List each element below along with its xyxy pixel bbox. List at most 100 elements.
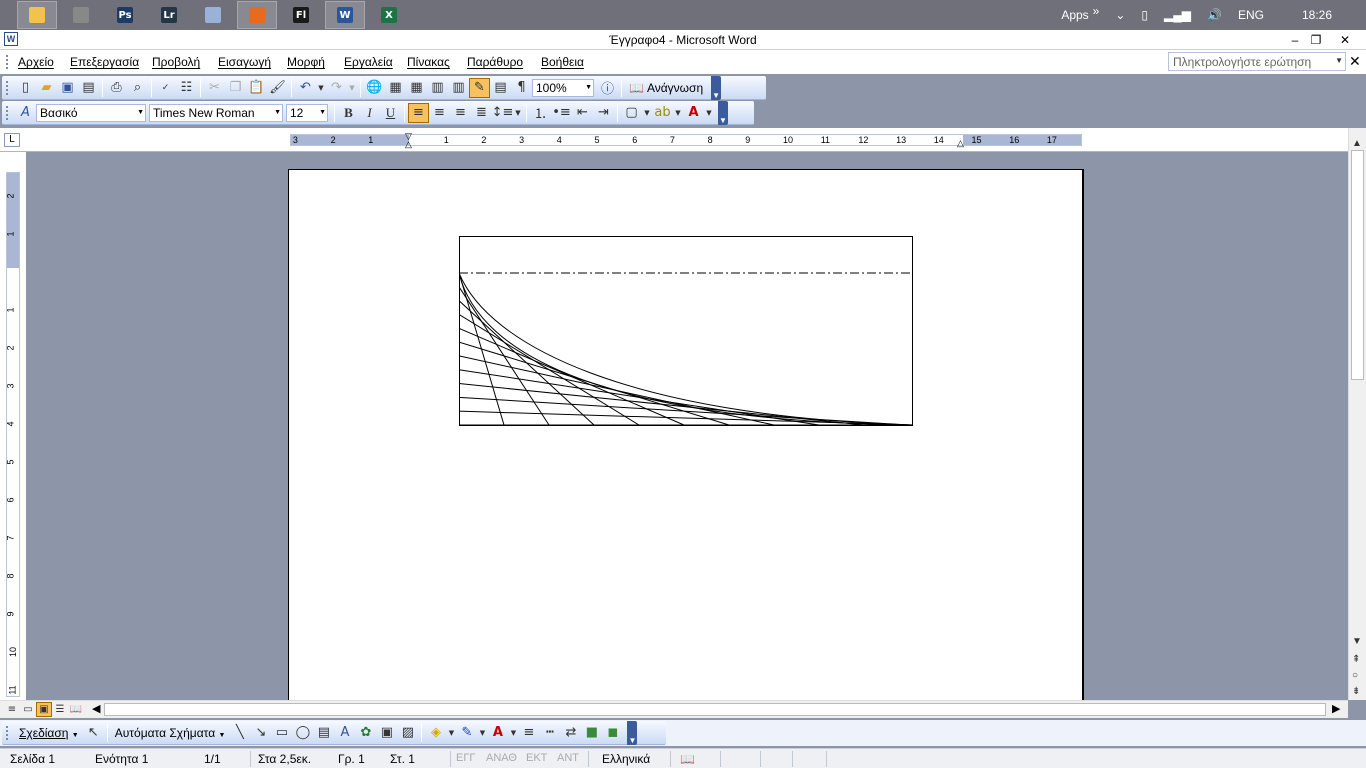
browse-object-icon[interactable]: ○ — [1352, 670, 1358, 681]
taskbar-flash-button[interactable]: Fl — [281, 1, 321, 29]
vertical-ruler-scale[interactable]: 2 1 1 2 3 4 5 6 7 8 9 10 11 — [6, 172, 20, 697]
style-select[interactable]: Βασικό ▼ — [36, 103, 146, 122]
menu-edit[interactable]: Επεξεργασία — [70, 55, 139, 69]
taskbar-firefox-button[interactable] — [237, 1, 277, 29]
menu-view[interactable]: Προβολή — [152, 55, 200, 69]
menu-table[interactable]: Πίνακας — [407, 55, 450, 69]
align-center-icon[interactable]: ≡ — [429, 103, 450, 123]
reading-layout-icon[interactable]: 📖 — [68, 702, 84, 717]
hyperlink-icon[interactable]: 🌐 — [364, 78, 385, 98]
3d-style-icon[interactable]: ◼ — [602, 723, 623, 743]
wordart-icon[interactable]: A — [334, 723, 355, 743]
spelling-status-icon[interactable]: 📖 — [680, 752, 695, 766]
borders-dropdown-icon[interactable]: ▼ — [642, 103, 652, 123]
rectangle-tool-icon[interactable]: ▭ — [271, 723, 292, 743]
bold-button[interactable]: B — [338, 103, 359, 123]
menu-tools[interactable]: Εργαλεία — [344, 55, 393, 69]
line-style-icon[interactable]: ≡ — [518, 723, 539, 743]
tab-selector[interactable]: L — [4, 133, 20, 147]
chevron-down-icon[interactable]: ▼ — [137, 109, 144, 116]
increase-indent-icon[interactable]: ⇥ — [593, 103, 614, 123]
line-tool-icon[interactable]: ╲ — [229, 723, 250, 743]
justify-icon[interactable]: ≣ — [471, 103, 492, 123]
chevron-down-icon[interactable]: ▼ — [319, 109, 326, 116]
menu-file[interactable]: Αρχείο — [18, 55, 54, 69]
toolbar-options-icon[interactable]: ▼ — [711, 75, 722, 100]
chevron-down-icon[interactable]: ▼ — [274, 109, 281, 116]
highlight-dropdown-icon[interactable]: ▼ — [673, 103, 683, 123]
ask-question-input[interactable]: Πληκτρολογήστε ερώτηση ▼ — [1168, 52, 1346, 71]
toolbar-grip[interactable] — [6, 725, 9, 740]
vertical-scrollbar[interactable]: ▲ ▼ ⇞ ○ ⇟ — [1348, 128, 1366, 700]
oval-tool-icon[interactable]: ◯ — [292, 723, 313, 743]
print-icon[interactable]: ⎙ — [106, 78, 127, 98]
vertical-ruler[interactable]: 2 1 1 2 3 4 5 6 7 8 9 10 11 — [0, 152, 26, 700]
open-folder-icon[interactable]: ▰ — [36, 78, 57, 98]
fill-color-icon[interactable]: ◈ — [425, 723, 446, 743]
taskbar-capture-tool-button[interactable] — [61, 1, 101, 29]
align-left-icon[interactable]: ≡ — [408, 102, 429, 123]
scroll-left-icon[interactable]: ◀ — [92, 702, 100, 715]
styles-icon[interactable]: A — [15, 103, 36, 123]
restore-button[interactable]: ❐ — [1305, 31, 1327, 49]
font-color-icon[interactable]: A — [487, 723, 508, 743]
copy-icon[interactable]: ❐ — [225, 78, 246, 98]
borders-icon[interactable]: ▢ — [621, 103, 642, 123]
previous-page-icon[interactable]: ⇞ — [1352, 654, 1360, 665]
picture-icon[interactable]: ▨ — [397, 723, 418, 743]
line-spacing-icon[interactable]: ↕≡ — [492, 103, 514, 123]
research-icon[interactable]: ☷ — [176, 78, 197, 98]
taskbar-excel-button[interactable]: X — [369, 1, 409, 29]
menu-format[interactable]: Μορφή — [287, 55, 325, 69]
shadow-style-icon[interactable]: ■ — [581, 723, 602, 743]
zoom-select[interactable]: 100% ▼ — [532, 78, 594, 97]
font-select[interactable]: Times New Roman ▼ — [149, 103, 283, 122]
permission-icon[interactable]: ▤ — [78, 78, 99, 98]
scroll-right-icon[interactable]: ▶ — [1332, 702, 1340, 715]
numbering-icon[interactable]: ⒈ — [530, 103, 551, 123]
redo-icon[interactable]: ↷ — [326, 78, 347, 98]
redo-dropdown-icon[interactable]: ▼ — [347, 78, 357, 98]
scroll-up-icon[interactable]: ▲ — [1352, 138, 1362, 149]
taskbar-lightroom-button[interactable]: Lr — [149, 1, 189, 29]
cut-icon[interactable]: ✂ — [204, 78, 225, 98]
menu-insert[interactable]: Εισαγωγή — [218, 55, 271, 69]
save-icon[interactable]: ▣ — [57, 78, 78, 98]
language-indicator[interactable]: ENG — [1238, 8, 1264, 22]
draw-menu[interactable]: Σχεδίαση ▼ — [15, 726, 83, 740]
status-language[interactable]: Ελληνικά — [602, 752, 650, 766]
signal-icon[interactable]: ▂▄▆ — [1164, 8, 1191, 22]
italic-button[interactable]: I — [359, 103, 380, 123]
textbox-tool-icon[interactable]: ▤ — [313, 723, 334, 743]
print-preview-icon[interactable]: ⌕ — [127, 78, 148, 98]
status-ext[interactable]: ΕΚΤ — [526, 752, 547, 764]
apps-chevron-icon[interactable]: » — [1093, 4, 1100, 18]
status-rec[interactable]: ΕΓΓ — [456, 752, 475, 764]
chevron-down-icon[interactable]: ▼ — [1335, 56, 1343, 65]
spelling-icon[interactable]: ✓ — [155, 78, 176, 98]
new-document-icon[interactable]: ▯ — [15, 78, 36, 98]
help-icon[interactable]: ⓘ — [597, 78, 618, 98]
close-button[interactable]: ✕ — [1334, 31, 1356, 49]
web-layout-icon[interactable]: ▭ — [20, 702, 36, 717]
autoshapes-menu[interactable]: Αυτόματα Σχήματα ▼ — [111, 726, 230, 740]
toolbar-options-icon[interactable]: ▼ — [718, 100, 728, 125]
scroll-thumb[interactable] — [1351, 150, 1364, 380]
arrow-tool-icon[interactable]: ↘ — [250, 723, 271, 743]
chevron-down-icon[interactable]: ▼ — [585, 84, 592, 91]
clock[interactable]: 18:26 — [1302, 8, 1332, 22]
next-page-icon[interactable]: ⇟ — [1352, 686, 1360, 697]
scroll-down-icon[interactable]: ▼ — [1352, 636, 1362, 647]
columns-icon[interactable]: ▥ — [448, 78, 469, 98]
decrease-indent-icon[interactable]: ⇤ — [572, 103, 593, 123]
document-page[interactable] — [288, 169, 1084, 700]
minimize-button[interactable]: ‒ — [1284, 31, 1306, 49]
drawing-canvas[interactable] — [459, 236, 915, 428]
taskbar-photoshop-button[interactable]: Ps — [105, 1, 145, 29]
show-hide-icon[interactable]: ¶ — [511, 78, 532, 98]
toolbar-grip[interactable] — [6, 105, 9, 120]
font-color-dropdown-icon[interactable]: ▼ — [704, 103, 714, 123]
horizontal-scrollbar[interactable]: ≡ ▭ ▣ ☰ 📖 ◀ ▶ — [0, 700, 1348, 718]
status-trk[interactable]: ΑΝΑΘ — [486, 752, 517, 764]
arrow-style-icon[interactable]: ⇄ — [560, 723, 581, 743]
